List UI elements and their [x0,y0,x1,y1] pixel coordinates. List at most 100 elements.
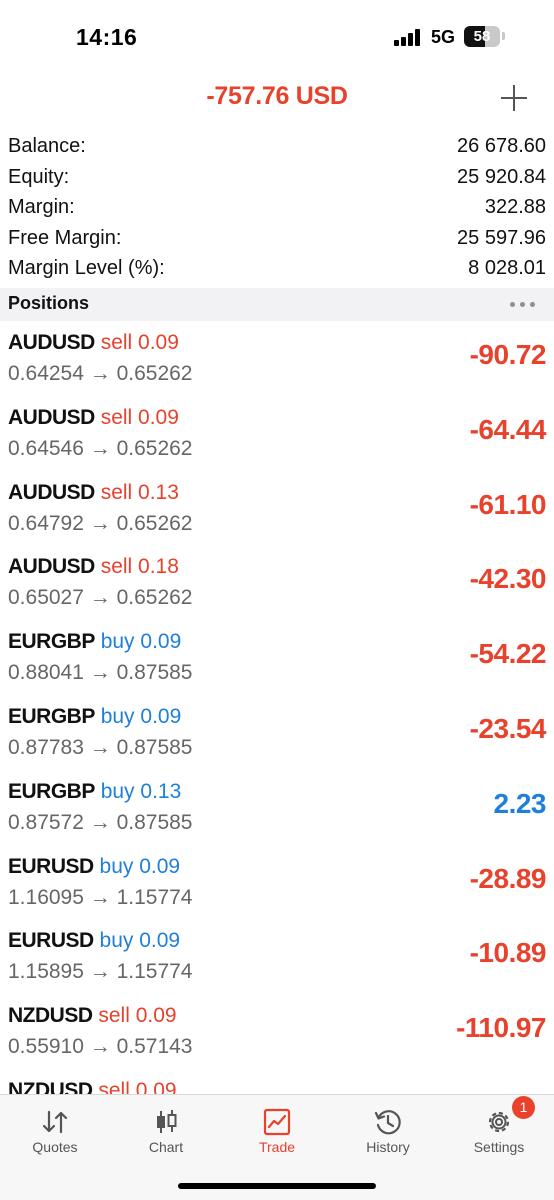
summary-label: Balance: [8,135,86,157]
tab-label-quotes: Quotes [32,1139,78,1155]
battery-tip [502,32,505,40]
position-row[interactable]: EURGBP buy 0.09 0.88041 → 0.87585 -54.22 [0,620,554,695]
position-symbol: NZDUSD [8,1004,93,1028]
position-profit: -64.44 [469,413,547,445]
position-side: buy [100,704,135,728]
position-side: sell [100,405,133,429]
summary-row: Balance: 26 678.60 [0,130,554,161]
position-volume: 0.09 [140,630,182,654]
position-title: EURGBP buy 0.09 [8,630,181,654]
total-profit: -757.76 USD [206,82,348,110]
summary-row: Margin Level (%): 8 028.01 [0,252,554,283]
position-title: AUDUSD sell 0.18 [8,555,179,579]
summary-row: Margin: 322.88 [0,191,554,222]
position-side: buy [99,929,134,953]
position-title: AUDUSD sell 0.09 [8,331,179,355]
summary-value: 25 920.84 [457,165,546,188]
summary-label: Equity: [8,165,70,188]
position-symbol: EURUSD [8,854,94,878]
candlestick-icon [157,1110,177,1133]
positions-title: Positions [8,293,90,313]
notification-badge: 1 [512,1096,535,1119]
account-summary: Balance: 26 678.60 Equity: 25 920.84 Margin:… [0,130,554,283]
position-symbol: AUDUSD [8,331,95,354]
position-title: AUDUSD sell 0.13 [8,481,179,505]
position-title: AUDUSD sell 0.09 [8,406,179,430]
signal-bars-icon [394,29,422,46]
position-profit: -10.89 [469,937,547,969]
position-row[interactable]: AUDUSD sell 0.13 0.64792 → 0.65262 -61.10 [0,471,554,546]
positions-list: AUDUSD sell 0.09 0.64254 → 0.65262 -90.72 A… [0,321,554,1094]
position-symbol: EURGBP [8,704,95,728]
position-row[interactable]: EURUSD buy 0.09 1.15895 → 1.15774 -10.89 [0,919,554,994]
position-side: sell [100,331,133,354]
tab-label-history: History [366,1139,410,1155]
gear-icon [488,1111,510,1133]
summary-row: Equity: 25 920.84 [0,161,554,192]
tab-label-trade: Trade [258,1139,296,1155]
quotes-arrows-icon [42,1110,68,1134]
position-symbol: EURGBP [8,630,95,654]
network-type: 5G [431,27,456,47]
position-prices: 1.16095 → 1.15774 [8,885,193,909]
trade-chart-icon [263,1108,291,1136]
position-row[interactable]: AUDUSD sell 0.18 0.65027 → 0.65262 -42.30 [0,545,554,620]
position-prices: 0.64254 → 0.65262 [8,362,193,385]
summary-label: Free Margin: [8,226,122,249]
position-prices: 0.88041 → 0.87585 [8,661,193,685]
position-volume: 0.09 [139,929,181,953]
position-side: buy [99,854,134,878]
position-side: buy [100,630,135,654]
summary-label: Margin: [8,196,75,218]
position-row[interactable]: AUDUSD sell 0.09 0.64254 → 0.65262 -90.72 [0,321,554,396]
more-horizontal-icon[interactable] [510,302,540,308]
tab-history[interactable]: History [333,1103,443,1163]
battery-percent: 58 [473,28,491,45]
position-side: buy [100,779,135,803]
position-profit: -90.72 [469,339,547,370]
position-prices: 0.55910 → 0.57143 [8,1035,193,1059]
position-side: sell [100,480,133,504]
position-symbol: EURGBP [8,779,95,803]
position-title: EURGBP buy 0.09 [8,705,181,729]
position-prices: 0.64546 → 0.65262 [8,436,193,460]
tab-trade[interactable]: Trade [222,1103,332,1163]
position-volume: 0.09 [135,1078,177,1094]
position-symbol: AUDUSD [8,480,95,504]
position-row[interactable]: EURGBP buy 0.13 0.87572 → 0.87585 2.23 [0,770,554,845]
position-volume: 0.18 [138,555,179,579]
position-side: sell [98,1078,130,1094]
position-prices: 0.65027 → 0.65262 [8,586,193,610]
position-row[interactable]: EURUSD buy 0.09 1.16095 → 1.15774 -28.89 [0,845,554,920]
position-profit: -28.89 [469,862,547,894]
history-clock-icon [374,1110,401,1135]
position-row[interactable]: EURGBP buy 0.09 0.87783 → 0.87585 -23.54 [0,695,554,770]
position-symbol: AUDUSD [8,555,95,579]
summary-value: 25 597.96 [457,226,546,249]
position-profit: -23.54 [469,712,547,744]
position-volume: 0.09 [138,405,179,429]
tab-label-chart: Chart [148,1139,184,1155]
position-volume: 0.09 [139,854,181,878]
position-title: EURGBP buy 0.13 [8,780,181,804]
plus-icon[interactable] [498,82,530,114]
status-bar: 14:16 5G 58 [0,0,554,74]
position-volume: 0.09 [135,1004,177,1028]
position-volume: 0.13 [140,779,182,803]
position-title: EURUSD buy 0.09 [8,929,180,953]
position-prices: 1.15895 → 1.15774 [8,960,193,984]
tab-settings[interactable]: 1 Settings [444,1096,554,1163]
position-profit: -54.22 [469,638,547,670]
position-symbol: NZDUSD [8,1078,93,1094]
position-row[interactable]: NZDUSD sell 0.09 0.55910 → 0.57143 -110.97 [0,994,554,1069]
tab-chart[interactable]: Chart [111,1103,221,1163]
position-title: NZDUSD sell 0.09 [8,1079,177,1094]
tab-label-settings: Settings [473,1139,525,1155]
summary-value: 26 678.60 [457,135,546,157]
position-title: EURUSD buy 0.09 [8,855,180,879]
position-profit: 2.23 [493,787,547,819]
position-row[interactable]: NZDUSD sell 0.09 [0,1069,554,1094]
position-row[interactable]: AUDUSD sell 0.09 0.64546 → 0.65262 -64.44 [0,396,554,471]
position-volume: 0.09 [140,704,182,728]
tab-quotes[interactable]: Quotes [0,1103,110,1163]
